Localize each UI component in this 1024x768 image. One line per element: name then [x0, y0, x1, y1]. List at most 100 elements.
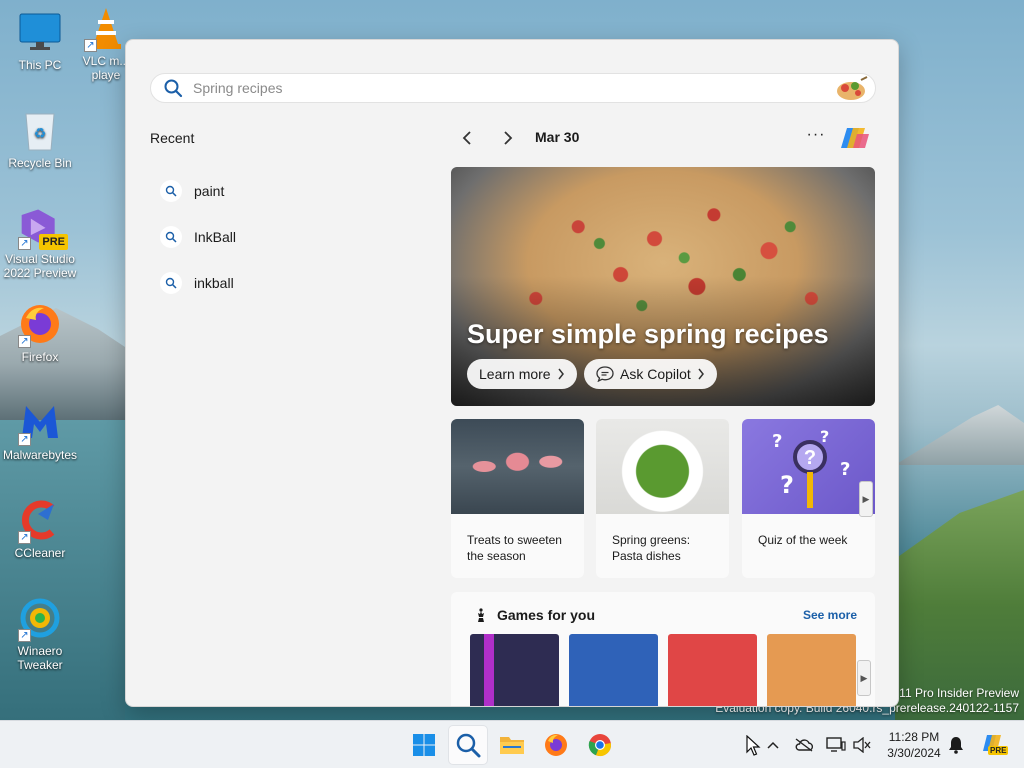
recycle-bin-icon: ♻: [18, 108, 62, 152]
treats-card[interactable]: Treats to sweeten the season: [451, 419, 584, 578]
chevron-right-icon: [698, 368, 704, 380]
game-tile[interactable]: [668, 634, 757, 706]
game-tile[interactable]: [767, 634, 856, 706]
winaero-tweaker-icon: ↗: [18, 596, 62, 642]
cards-scroll-right-button[interactable]: ▶: [859, 481, 873, 517]
recent-item-label: InkBall: [194, 229, 237, 245]
speaker-muted-icon: [853, 737, 871, 753]
firefox-taskbar-button[interactable]: [536, 725, 576, 765]
firefox-icon: [545, 734, 567, 756]
shortcut-arrow-icon: ↗: [18, 335, 31, 348]
card-caption: Quiz of the week: [758, 533, 848, 547]
search-highlight-illustration-icon[interactable]: [831, 76, 869, 102]
question-mark-icon: ?: [840, 459, 851, 480]
taskbar: 11:28 PM 3/30/2024 PRE: [0, 720, 1024, 768]
desktop-icon-label: Winaero Tweaker: [17, 644, 63, 672]
games-section: Games for you See more: [451, 592, 875, 706]
cloud-off-icon: [795, 738, 814, 752]
chat-bubble-icon: [596, 366, 614, 382]
notifications-button[interactable]: [946, 735, 966, 755]
recent-item[interactable]: InkBall: [160, 214, 420, 260]
highlights-nav: Mar 30 ···: [451, 126, 875, 150]
game-tile[interactable]: [470, 634, 559, 706]
see-more-link[interactable]: See more: [803, 608, 857, 622]
shortcut-arrow-icon: ↗: [84, 39, 97, 52]
shortcut-arrow-icon: ↗: [18, 433, 31, 446]
pasta-image: [596, 419, 729, 514]
chrome-taskbar-button[interactable]: [580, 725, 620, 765]
desktop-icon-winaero-tweaker[interactable]: ↗ Winaero Tweaker: [0, 596, 80, 672]
vlc-cone-icon: ↗: [84, 6, 128, 52]
pre-badge: PRE: [39, 234, 68, 250]
copilot-icon[interactable]: [839, 122, 871, 154]
shortcut-arrow-icon: ↗: [18, 237, 31, 250]
chevron-up-icon: [767, 741, 779, 749]
desktop-icon-label: Malwarebytes: [2, 448, 78, 462]
learn-more-button[interactable]: Learn more: [467, 359, 577, 389]
file-explorer-button[interactable]: [492, 725, 532, 765]
chrome-icon: [588, 734, 611, 757]
magnifier-icon: ?: [793, 440, 827, 508]
recent-item[interactable]: paint: [160, 168, 420, 214]
recent-item[interactable]: inkball: [160, 260, 420, 306]
visual-studio-icon: PRE ↗: [18, 204, 68, 250]
card-caption: Spring greens: Pasta dishes: [612, 533, 691, 563]
firefox-icon: ↗: [18, 302, 62, 348]
search-taskbar-button[interactable]: [448, 725, 488, 765]
previous-day-button[interactable]: [455, 126, 479, 150]
recent-heading: Recent: [150, 130, 195, 146]
wallpaper-lake-left: [0, 420, 125, 720]
network-tray-button[interactable]: [826, 735, 846, 755]
ask-copilot-button[interactable]: Ask Copilot: [584, 359, 717, 389]
more-options-button[interactable]: ···: [803, 126, 829, 150]
desktop-icon-this-pc[interactable]: This PC: [0, 10, 80, 72]
chevron-right-icon: [558, 368, 564, 380]
learn-more-label: Learn more: [479, 366, 551, 382]
ccleaner-icon: ↗: [18, 498, 62, 544]
desktop-icon-firefox[interactable]: ↗ Firefox: [0, 302, 80, 364]
quiz-card[interactable]: ? ? ? ? ? Quiz of the week: [742, 419, 875, 578]
search-input[interactable]: [193, 80, 793, 96]
games-scroll-right-button[interactable]: ▶: [857, 660, 871, 696]
desktop-icon-label: Firefox: [21, 350, 59, 364]
show-hidden-icons-button[interactable]: [763, 735, 783, 755]
search-box[interactable]: [150, 73, 876, 103]
chevron-right-icon: [504, 131, 513, 145]
volume-tray-button[interactable]: [852, 735, 872, 755]
search-panel: Recent paint InkBall inkball Mar 30 ···: [125, 39, 899, 707]
wallpaper-mountain-right: [895, 405, 1024, 465]
question-mark-icon: ?: [772, 431, 783, 452]
desktop-icon-label: CCleaner: [14, 546, 66, 560]
copilot-preview-button[interactable]: PRE: [980, 731, 1009, 757]
recent-item-label: inkball: [194, 275, 234, 291]
spring-greens-card[interactable]: Spring greens: Pasta dishes: [596, 419, 729, 578]
hero-title: Super simple spring recipes: [467, 319, 829, 349]
hero-card[interactable]: Super simple spring recipes Learn more A…: [451, 167, 875, 406]
desktop-icon-ccleaner[interactable]: ↗ CCleaner: [0, 498, 80, 560]
next-day-button[interactable]: [496, 126, 520, 150]
games-title: Games for you: [497, 607, 596, 623]
clock-date: 3/30/2024: [887, 746, 941, 760]
folder-icon: [500, 737, 524, 754]
game-tile[interactable]: [569, 634, 658, 706]
shortcut-arrow-icon: ↗: [18, 629, 31, 642]
desktop-icon-recycle-bin[interactable]: ♻ Recycle Bin: [0, 108, 80, 170]
svg-text:♻: ♻: [34, 125, 47, 141]
onedrive-tray-button[interactable]: [794, 735, 814, 755]
desktop-icon-label: Visual Studio 2022 Preview: [3, 252, 77, 280]
desktop-icon-visual-studio[interactable]: PRE ↗ Visual Studio 2022 Preview: [0, 204, 80, 280]
ask-copilot-label: Ask Copilot: [620, 366, 691, 382]
highlights-date: Mar 30: [535, 129, 580, 145]
clock-button[interactable]: 11:28 PM 3/30/2024: [880, 729, 948, 761]
desktop-icon-label: Recycle Bin: [8, 156, 72, 170]
start-button[interactable]: [404, 725, 444, 765]
desktop-icon-label: This PC: [18, 58, 62, 72]
recent-item-label: paint: [194, 183, 225, 199]
desktop-icon-malwarebytes[interactable]: ↗ Malwarebytes: [0, 400, 80, 462]
svg-text:?: ?: [804, 447, 816, 469]
monitor-network-icon: [826, 737, 846, 752]
windows-logo-icon: [413, 734, 435, 756]
bell-icon: [949, 737, 963, 754]
pre-badge: PRE: [988, 746, 1009, 755]
monitor-icon: [18, 10, 62, 54]
